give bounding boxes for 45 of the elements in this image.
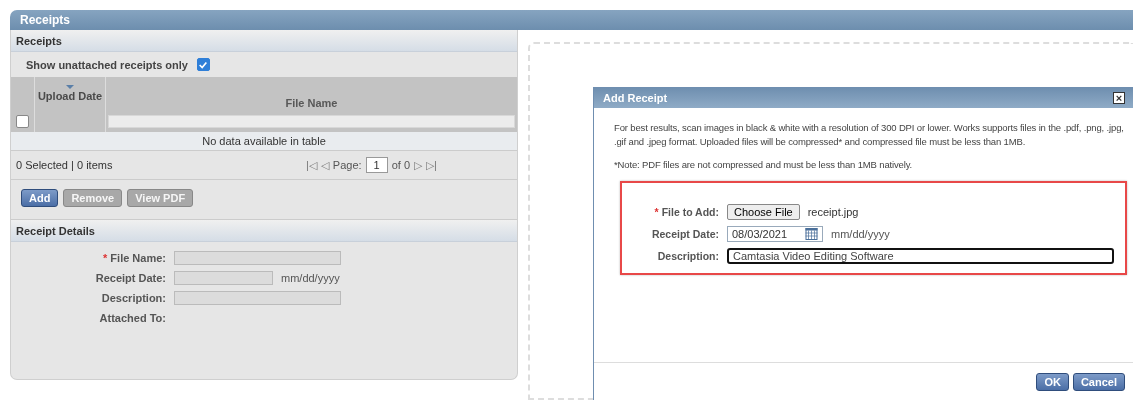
field-label: File Name:: [110, 252, 166, 264]
field-label: File to Add:: [661, 206, 719, 218]
field-label: Description:: [101, 292, 166, 304]
date-field[interactable]: [174, 271, 273, 285]
page-title: Receipts: [20, 13, 71, 27]
column-header[interactable]: File Name: [285, 97, 338, 109]
next-page-button[interactable]: ▷: [414, 158, 423, 172]
dialog-button[interactable]: Cancel: [1072, 373, 1125, 391]
select-all-checkbox[interactable]: [16, 115, 29, 128]
note-text: *Note: PDF files are not compressed and must be less than 1MB natively.: [614, 158, 914, 172]
input-field[interactable]: Camtasia Video Editing Software: [727, 248, 1114, 264]
field-label: Receipt Date:: [651, 228, 719, 240]
calendar-icon[interactable]: [805, 228, 818, 240]
input-field[interactable]: [174, 291, 341, 305]
field-label: Receipt Date:: [95, 272, 166, 284]
page-label: Page:: [332, 159, 362, 171]
selection-summary: 0 Selected | 0 items: [16, 159, 114, 171]
info-text: For best results, scan images in black & white with a resolution of 300 DPI or lower. Works supports files in the .pdf, .png, .jpg, .gif and .jpeg format. Uploaded files will be compressed* and compressed file must be less than 1MB.: [614, 121, 1125, 149]
date-field[interactable]: 08/03/2021: [727, 226, 823, 242]
page-field[interactable]: 1: [365, 157, 388, 173]
choose-file-button[interactable]: Choose File: [727, 204, 800, 220]
section-title: Receipts: [16, 34, 62, 47]
checkbox[interactable]: [197, 58, 210, 71]
input-field[interactable]: [174, 251, 341, 265]
dialog-title: Add Receipt: [603, 92, 668, 104]
first-page-button[interactable]: |◁: [306, 158, 317, 172]
action-button[interactable]: Add: [21, 189, 59, 207]
filter-label: Show unattached receipts only: [26, 58, 188, 71]
field-label: Description:: [657, 250, 719, 262]
empty-message: No data available in table: [202, 135, 326, 147]
sort-icon: [66, 85, 74, 89]
dialog-button[interactable]: OK: [1036, 373, 1069, 391]
last-page-button[interactable]: ▷|: [426, 158, 437, 172]
date-format-hint: mm/dd/yyyy: [831, 228, 890, 240]
date-format-hint: mm/dd/yyyy: [281, 272, 340, 284]
previous-page-button[interactable]: ◁: [320, 158, 329, 172]
section-title: Receipt Details: [16, 224, 95, 237]
close-button[interactable]: ×: [1113, 92, 1125, 104]
field-label: Attached To:: [99, 312, 166, 324]
page-count: of 0: [391, 159, 411, 171]
required-mark: *: [654, 206, 659, 218]
file-name: receipt.jpg: [807, 206, 859, 218]
filter-field[interactable]: [108, 115, 515, 128]
required-mark: *: [103, 252, 108, 264]
column-header[interactable]: Upload Date: [37, 90, 103, 102]
